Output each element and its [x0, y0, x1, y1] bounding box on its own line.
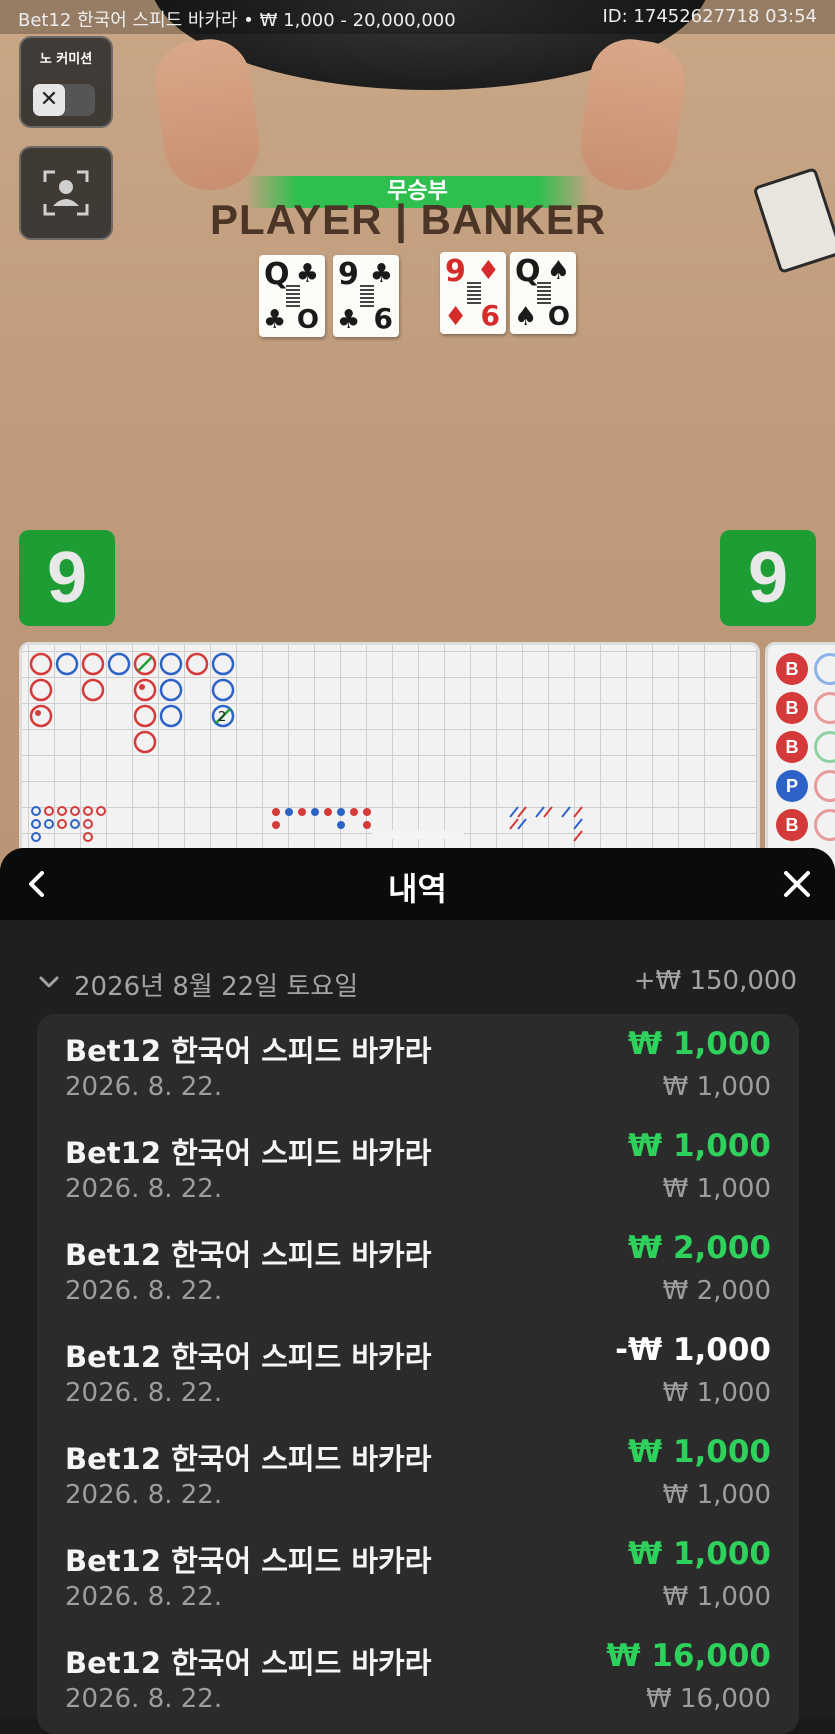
row-date: 2026. 8. 22. [65, 1378, 223, 1408]
bead-banker: B [776, 653, 808, 685]
history-row[interactable]: Bet12 한국어 스피드 바카라 2026. 8. 22. ₩ 2,000 ₩… [37, 1218, 799, 1320]
bead-banker: B [776, 692, 808, 724]
bead-banker: B [776, 731, 808, 763]
row-date: 2026. 8. 22. [65, 1684, 223, 1714]
history-row[interactable]: Bet12 한국어 스피드 바카라 2026. 8. 22. -₩ 1,000 … [37, 1320, 799, 1422]
panel-title: 내역 [388, 870, 447, 908]
date-group-label: 2026년 8월 22일 토요일 [74, 972, 359, 1002]
history-row[interactable]: Bet12 한국어 스피드 바카라 2026. 8. 22. ₩ 1,000 ₩… [37, 1422, 799, 1524]
date-group-header[interactable]: 2026년 8월 22일 토요일 +₩ 150,000 [38, 966, 797, 1002]
row-result: ₩ 16,000 [606, 1638, 771, 1674]
row-date: 2026. 8. 22. [65, 1480, 223, 1510]
game-info-bar: Bet12 한국어 스피드 바카라 • ₩ 1,000 - 20,000,000… [0, 0, 835, 34]
no-commission-toggle[interactable]: ✕ [33, 84, 95, 116]
history-row[interactable]: Bet12 한국어 스피드 바카라 2026. 8. 22. ₩ 1,000 ₩… [37, 1014, 799, 1116]
player-card-2: 9 ♣ ♣ 6 [333, 255, 399, 337]
row-result: ₩ 1,000 [627, 1026, 771, 1062]
row-date: 2026. 8. 22. [65, 1582, 223, 1612]
row-date: 2026. 8. 22. [65, 1174, 223, 1204]
row-bet: ₩ 16,000 [646, 1684, 771, 1714]
card-shoe [752, 167, 835, 274]
game-name: Bet12 한국어 스피드 바카라 [65, 1034, 432, 1068]
player-card-1: Q ♣ ♣ O [259, 255, 325, 337]
bead-banker: B [776, 809, 808, 841]
player-score: 9 [19, 530, 115, 626]
svg-text:2: 2 [218, 710, 226, 725]
row-result: ₩ 1,000 [627, 1536, 771, 1572]
row-result: -₩ 1,000 [615, 1332, 771, 1368]
no-commission-label: 노 커미션 [39, 52, 93, 67]
live-game-view: Bet12 한국어 스피드 바카라 • ₩ 1,000 - 20,000,000… [0, 0, 835, 870]
banker-score: 9 [720, 530, 816, 626]
chevron-down-icon [39, 976, 59, 988]
row-result: ₩ 1,000 [627, 1128, 771, 1164]
row-bet: ₩ 1,000 [662, 1480, 771, 1510]
close-icon[interactable] [779, 866, 815, 902]
banker-card-1: 9 ♦ ♦ 6 [440, 252, 506, 334]
history-row[interactable]: Bet12 한국어 스피드 바카라 2026. 8. 22. ₩ 16,000 … [37, 1626, 799, 1728]
bead-player: P [776, 770, 808, 802]
round-id-time: ID: 17452627718 03:54 [602, 6, 817, 27]
game-name: Bet12 한국어 스피드 바카라 [65, 1136, 432, 1170]
banker-card-2: Q ♠ ♠ O [510, 252, 576, 334]
no-commission-toggle-box[interactable]: 노 커미션 ✕ [19, 36, 113, 128]
camera-focus-icon [43, 170, 89, 216]
history-list: Bet12 한국어 스피드 바카라 2026. 8. 22. ₩ 1,000 ₩… [37, 1014, 799, 1734]
game-name: Bet12 한국어 스피드 바카라 [65, 1238, 432, 1272]
history-row[interactable]: Bet12 한국어 스피드 바카라 2026. 8. 22. ₩ 1,000 ₩… [37, 1116, 799, 1218]
panel-header: 내역 [0, 848, 835, 920]
game-name: Bet12 한국어 스피드 바카라 [65, 1340, 432, 1374]
row-result: ₩ 1,000 [627, 1434, 771, 1470]
row-bet: ₩ 1,000 [662, 1072, 771, 1102]
bead-road[interactable]: B B B P B [765, 642, 835, 870]
row-bet: ₩ 1,000 [662, 1582, 771, 1612]
date-group-total: +₩ 150,000 [633, 966, 797, 996]
row-bet: ₩ 2,000 [662, 1276, 771, 1306]
row-date: 2026. 8. 22. [65, 1276, 223, 1306]
camera-view-button[interactable] [19, 146, 113, 240]
row-bet: ₩ 1,000 [662, 1378, 771, 1408]
table-layout-text: PLAYER | BANKER [210, 196, 607, 243]
history-panel: 내역 2026년 8월 22일 토요일 +₩ 150,000 Bet12 한국어… [0, 848, 835, 1734]
row-result: ₩ 2,000 [627, 1230, 771, 1266]
close-icon: ✕ [33, 84, 65, 116]
sheet-drag-handle[interactable] [372, 830, 464, 839]
row-date: 2026. 8. 22. [65, 1072, 223, 1102]
game-name: Bet12 한국어 스피드 바카라 [65, 1442, 432, 1476]
table-title: Bet12 한국어 스피드 바카라 • ₩ 1,000 - 20,000,000 [18, 10, 456, 31]
row-bet: ₩ 1,000 [662, 1174, 771, 1204]
game-name: Bet12 한국어 스피드 바카라 [65, 1544, 432, 1578]
game-name: Bet12 한국어 스피드 바카라 [65, 1646, 432, 1680]
history-row[interactable]: Bet12 한국어 스피드 바카라 2026. 8. 22. ₩ 1,000 ₩… [37, 1524, 799, 1626]
